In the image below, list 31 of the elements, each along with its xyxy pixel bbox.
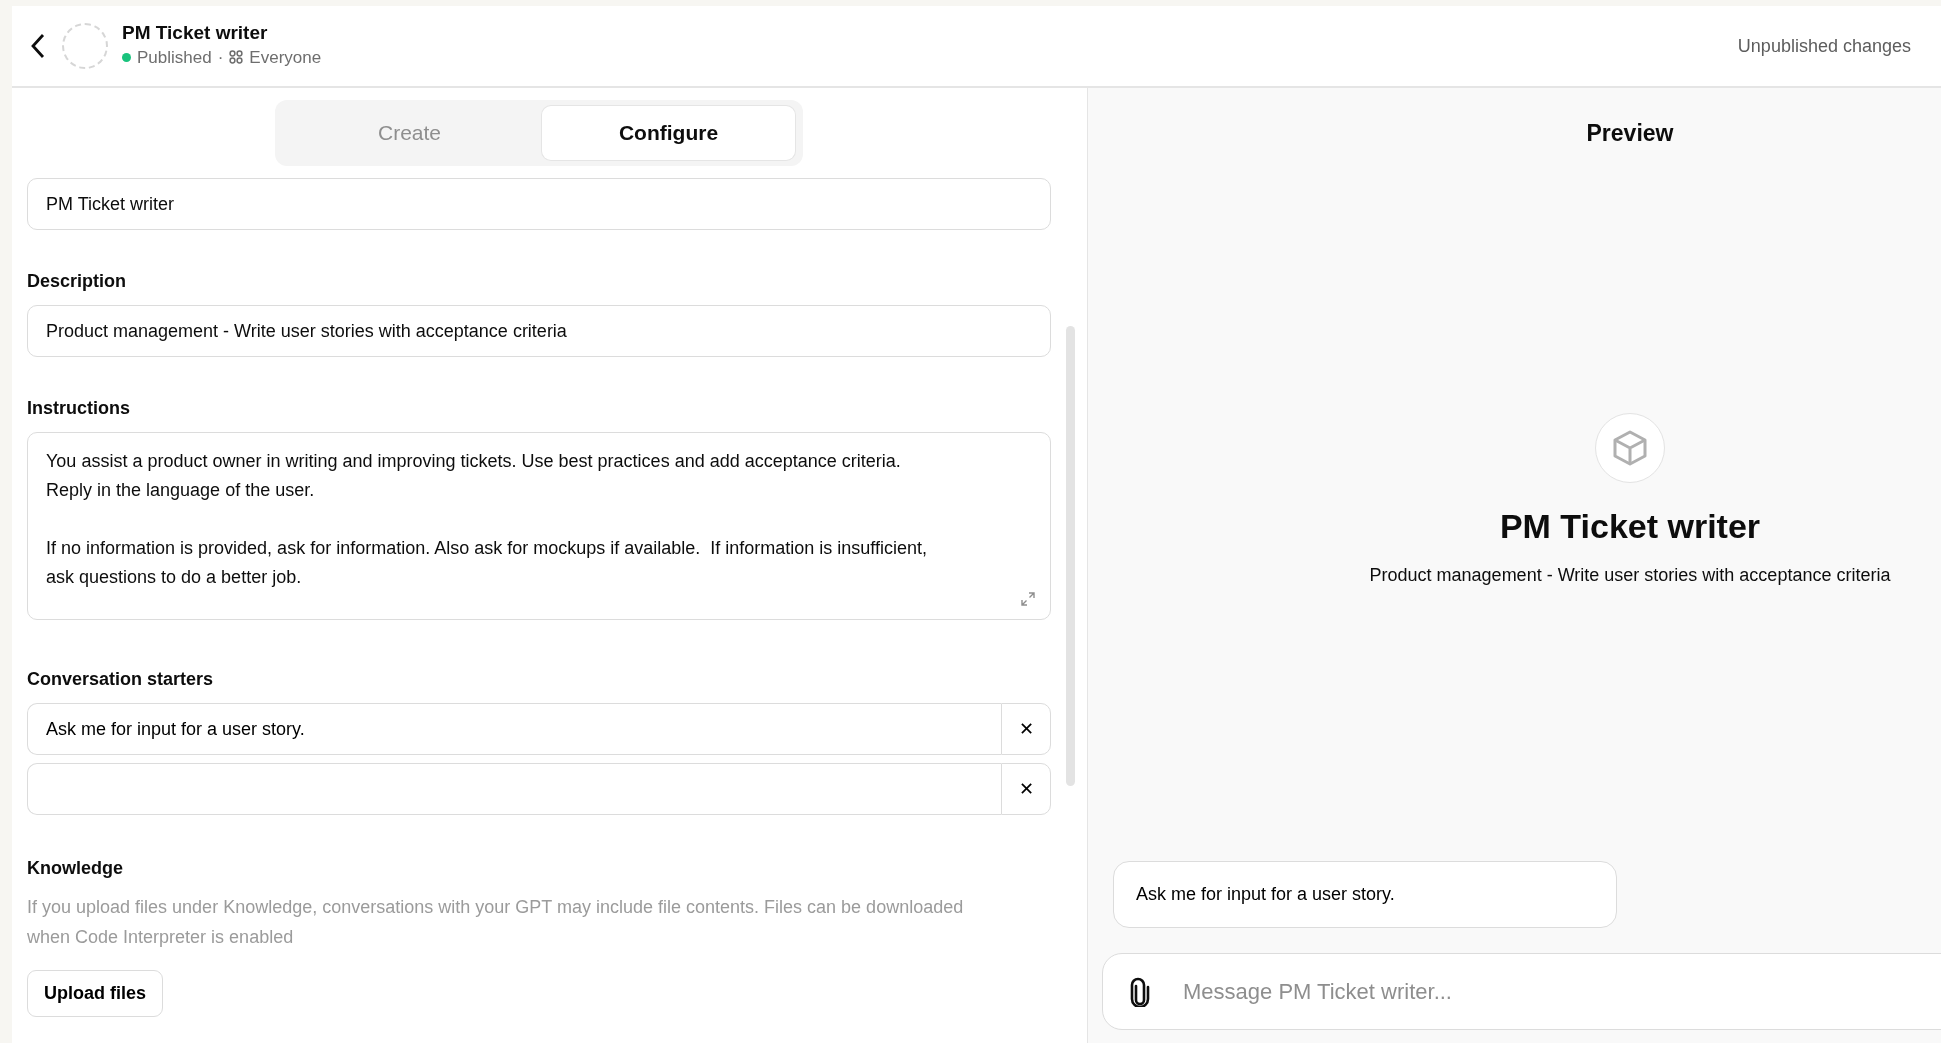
field-label: Instructions bbox=[27, 397, 131, 420]
remove-button[interactable]: ✕ bbox=[1001, 763, 1051, 815]
knowledge-help-text: If you upload files under Knowledge, conversations with your GPT may include file contents. Files can be downloaded when Code Interpreter is enabled bbox=[27, 896, 965, 949]
field-label: Knowledge bbox=[27, 857, 124, 880]
field-label: Description bbox=[27, 270, 128, 293]
gpt-title: PM Ticket writer bbox=[122, 21, 269, 45]
visibility-text: Everyone bbox=[249, 46, 322, 69]
gpt-name: PM Ticket writer bbox=[1499, 505, 1761, 547]
status-text: Published bbox=[137, 46, 212, 69]
status-dot bbox=[122, 52, 131, 62]
back-icon[interactable] bbox=[30, 33, 46, 59]
separator: · bbox=[217, 46, 224, 69]
description-field[interactable]: Product management - Write user stories with acceptance criteria bbox=[27, 305, 1051, 357]
gpt-description: Product management - Write user stories with acceptance criteria bbox=[1369, 563, 1891, 587]
tab[interactable]: Configure bbox=[542, 106, 795, 160]
grid-icon bbox=[229, 50, 244, 65]
expand-icon[interactable] bbox=[1020, 591, 1036, 607]
message-field[interactable]: Message PM Ticket writer... bbox=[1102, 953, 1941, 1030]
conversation-starter-button[interactable]: Ask me for input for a user story. bbox=[1113, 861, 1617, 928]
conversation-starter-field[interactable]: Ask me for input for a user story. bbox=[27, 703, 1001, 755]
preview-heading: Preview bbox=[1586, 119, 1674, 148]
paperclip-icon[interactable] bbox=[1130, 977, 1150, 1007]
instructions-field[interactable]: You assist a product owner in writing and improving tickets. Use best practices and add acceptance criteria. Reply in the language of the user. If no information is provided, ask for information. Also ask for mockups if available. If information is insufficient, ask questions to do a better job. bbox=[27, 432, 1051, 620]
name-field[interactable]: PM Ticket writer bbox=[27, 178, 1051, 230]
remove-button[interactable]: ✕ bbox=[1001, 703, 1051, 755]
upload-files-button[interactable]: Upload files bbox=[27, 970, 163, 1017]
conversation-starter-field[interactable] bbox=[27, 763, 1001, 815]
field-label: Conversation starters bbox=[27, 668, 215, 691]
scrollbar[interactable] bbox=[1066, 326, 1075, 786]
avatar-placeholder bbox=[62, 23, 108, 69]
unpublished-changes-text: Unpublished changes bbox=[1737, 34, 1911, 58]
